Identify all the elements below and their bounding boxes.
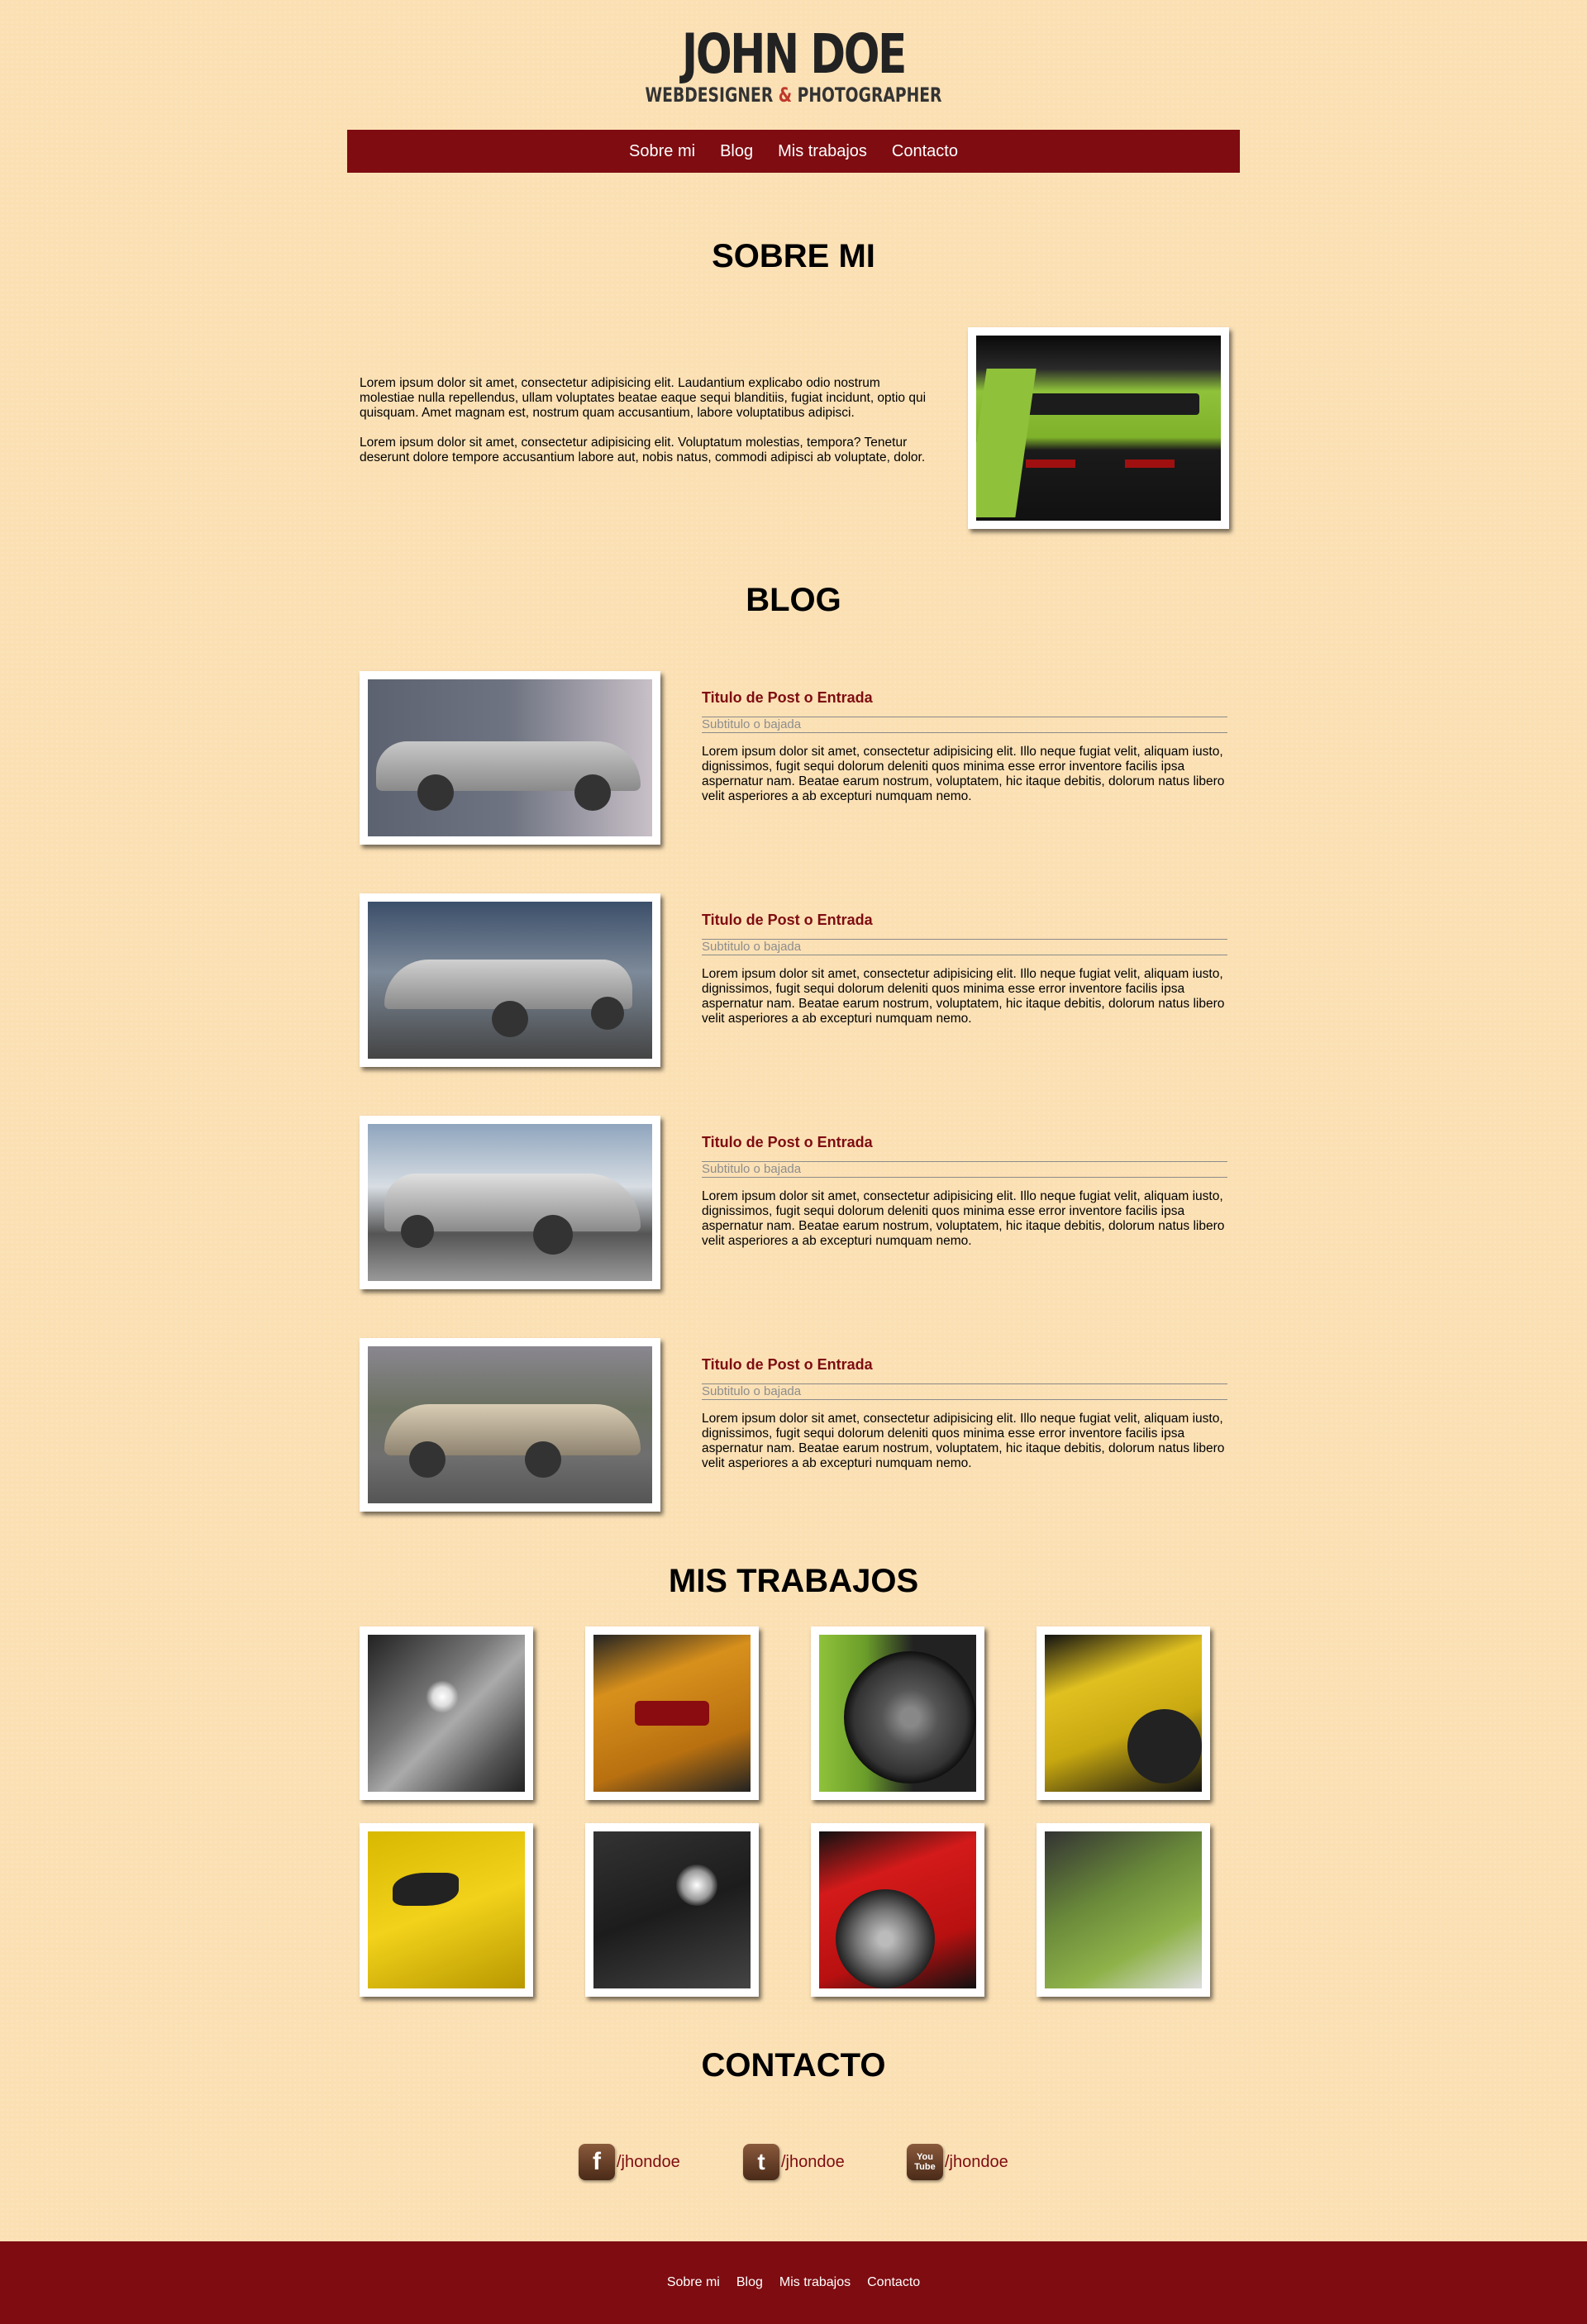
blog-post: Titulo de Post o Entrada Subtitulo o baj…	[702, 911, 1227, 1026]
tagline-ampersand: &	[778, 83, 793, 107]
post-body: Lorem ipsum dolor sit amet, consectetur …	[702, 745, 1225, 803]
taillight-image	[593, 1635, 751, 1792]
wheel-image	[819, 1635, 976, 1792]
post-title[interactable]: Titulo de Post o Entrada	[702, 1355, 1227, 1374]
post-body: Lorem ipsum dolor sit amet, consectetur …	[702, 1189, 1225, 1248]
post-body: Lorem ipsum dolor sit amet, consectetur …	[702, 967, 1225, 1026]
twitter-link[interactable]: t /jhondoe	[743, 2144, 845, 2180]
champagne-sedan-image	[368, 1346, 652, 1503]
youtube-icon: You Tube	[907, 2144, 943, 2180]
post-image[interactable]	[360, 671, 660, 845]
main-nav: Sobre mi Blog Mis trabajos Contacto	[347, 130, 1240, 173]
work-thumbnail[interactable]	[811, 1626, 984, 1800]
footer-nav: Sobre mi Blog Mis trabajos Contacto	[0, 2241, 1587, 2324]
work-thumbnail[interactable]	[1037, 1626, 1210, 1800]
youtube-handle: /jhondoe	[945, 2152, 1008, 2171]
nav-link-sobre-mi[interactable]: Sobre mi	[629, 142, 695, 161]
work-thumbnail[interactable]	[585, 1823, 759, 1997]
blog-title: BLOG	[746, 582, 841, 618]
black-porsche-image	[593, 1831, 751, 1988]
work-thumbnail[interactable]	[360, 1626, 533, 1800]
twitter-handle: /jhondoe	[781, 2152, 845, 2171]
facebook-link[interactable]: f /jhondoe	[579, 2144, 680, 2180]
red-ferrari-image	[819, 1831, 976, 1988]
headlight-image	[368, 1635, 525, 1792]
tagline-part-2: PHOTOGRAPHER	[792, 83, 942, 107]
post-title[interactable]: Titulo de Post o Entrada	[702, 911, 1227, 929]
post-body: Lorem ipsum dolor sit amet, consectetur …	[702, 1412, 1225, 1470]
footer-link-mis-trabajos[interactable]: Mis trabajos	[779, 2275, 851, 2290]
about-photo	[968, 327, 1229, 529]
post-image[interactable]	[360, 1116, 660, 1289]
blog-post: Titulo de Post o Entrada Subtitulo o baj…	[702, 688, 1227, 804]
twitter-icon: t	[743, 2144, 779, 2180]
work-thumbnail[interactable]	[585, 1626, 759, 1800]
about-paragraph: Lorem ipsum dolor sit amet, consectetur …	[360, 376, 927, 420]
nav-link-blog[interactable]: Blog	[720, 142, 753, 161]
nav-link-mis-trabajos[interactable]: Mis trabajos	[778, 142, 867, 161]
tagline-part-1: WEBDESIGNER	[645, 83, 779, 107]
about-paragraph: Lorem ipsum dolor sit amet, consectetur …	[360, 436, 926, 464]
post-title[interactable]: Titulo de Post o Entrada	[702, 688, 1227, 707]
youtube-link[interactable]: You Tube /jhondoe	[907, 2144, 1008, 2180]
silver-sportback-image	[368, 902, 652, 1059]
footer-link-contacto[interactable]: Contacto	[867, 2275, 920, 2290]
facebook-icon: f	[579, 2144, 615, 2180]
footer-link-sobre-mi[interactable]: Sobre mi	[667, 2275, 720, 2290]
work-thumbnail[interactable]	[811, 1823, 984, 1997]
contact-title: CONTACTO	[701, 2047, 886, 2084]
post-subtitle: Subtitulo o bajada	[702, 1161, 1227, 1178]
blog-post: Titulo de Post o Entrada Subtitulo o baj…	[702, 1355, 1227, 1471]
works-title: MIS TRABAJOS	[668, 1563, 919, 1599]
silver-sedan-image	[368, 679, 652, 836]
green-door-image	[1045, 1831, 1202, 1988]
footer-link-blog[interactable]: Blog	[736, 2275, 763, 2290]
yellow-headlight-image	[368, 1831, 525, 1988]
blog-post: Titulo de Post o Entrada Subtitulo o baj…	[702, 1133, 1227, 1249]
about-text: Lorem ipsum dolor sit amet, consectetur …	[360, 376, 930, 480]
post-subtitle: Subtitulo o bajada	[702, 1383, 1227, 1400]
facebook-handle: /jhondoe	[617, 2152, 680, 2171]
post-subtitle: Subtitulo o bajada	[702, 939, 1227, 955]
yellow-sportscar-image	[1045, 1635, 1202, 1792]
post-image[interactable]	[360, 893, 660, 1067]
site-logo-name: JOHN DOE	[682, 22, 907, 86]
post-subtitle: Subtitulo o bajada	[702, 717, 1227, 733]
work-thumbnail[interactable]	[1037, 1823, 1210, 1997]
green-sports-car-image	[976, 336, 1221, 521]
post-title[interactable]: Titulo de Post o Entrada	[702, 1133, 1227, 1151]
about-title: SOBRE MI	[712, 238, 875, 274]
post-image[interactable]	[360, 1338, 660, 1512]
work-thumbnail[interactable]	[360, 1823, 533, 1997]
nav-link-contacto[interactable]: Contacto	[892, 142, 958, 161]
site-logo-tagline: WEBDESIGNER & PHOTOGRAPHER	[174, 83, 1413, 107]
silver-sportback-rear-image	[368, 1124, 652, 1281]
